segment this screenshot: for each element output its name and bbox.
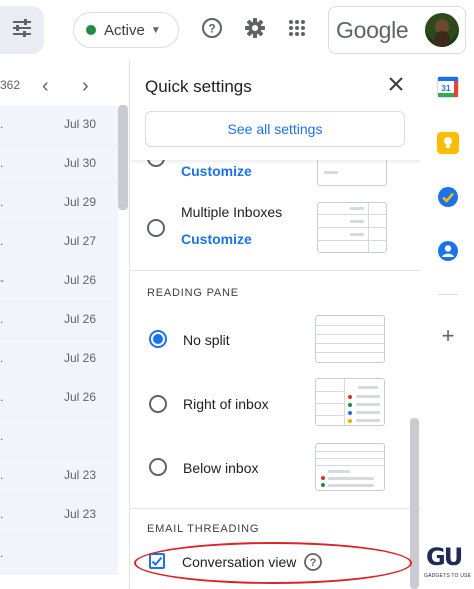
apps-grid-icon — [288, 19, 306, 42]
quick-settings-header: Quick settings See all settings — [130, 60, 421, 160]
email-threading-heading: EMAIL THREADING — [147, 523, 260, 535]
mail-row-snippet: . — [0, 468, 4, 482]
side-panel: 31 + — [422, 60, 474, 589]
calendar-icon[interactable]: 31 — [437, 76, 459, 98]
mail-row[interactable]: . Jul 30 — [0, 145, 118, 184]
mail-row[interactable]: . Jul 23 — [0, 457, 118, 496]
mail-row-snippet: . — [0, 546, 4, 560]
google-logo: Google — [336, 16, 409, 43]
filter-icon — [12, 18, 32, 42]
svg-text:31: 31 — [442, 84, 451, 93]
tasks-icon[interactable] — [437, 186, 459, 208]
below-inbox-radio[interactable] — [149, 458, 167, 476]
watermark-logo: GU GADGETS TO USE — [424, 543, 474, 589]
mail-row-date: Jul 30 — [63, 117, 96, 131]
mail-row-date: Jul 26 — [63, 312, 96, 326]
mail-row[interactable]: . — [0, 535, 118, 574]
mail-row-snippet: . — [0, 117, 4, 131]
quick-settings-title: Quick settings — [145, 77, 252, 96]
mail-row-date: Jul 23 — [63, 507, 96, 521]
help-icon: ? — [201, 17, 223, 44]
mail-row[interactable]: - Jul 26 — [0, 262, 118, 301]
keep-icon[interactable] — [437, 132, 459, 154]
svg-text:?: ? — [208, 21, 215, 35]
see-all-settings-button[interactable]: See all settings — [145, 111, 405, 147]
status-caret-icon: ▼ — [150, 24, 161, 36]
mail-list-scrollbar[interactable] — [118, 105, 128, 210]
settings-button[interactable] — [241, 16, 269, 44]
reading-pane-heading: READING PANE — [147, 287, 239, 299]
settings-gear-icon — [244, 17, 266, 44]
conversation-view-label: Conversation view — [182, 554, 297, 570]
mail-row-date: Jul 26 — [63, 390, 96, 404]
older-chevron-left-icon[interactable]: ‹ — [42, 74, 49, 98]
mail-row-snippet: - — [0, 273, 4, 287]
status-label: Active — [104, 21, 145, 39]
pagination: 362 ‹ › — [0, 74, 128, 98]
right-of-inbox-radio[interactable] — [149, 395, 167, 413]
quick-settings-panel: Quick settings See all settings Customiz… — [129, 60, 421, 589]
close-icon[interactable] — [386, 74, 406, 94]
mail-list: 362 ‹ › . Jul 30. Jul 30. Jul 29. Jul 27 - Jul… — [0, 60, 128, 589]
mail-row-date: Jul 30 — [63, 156, 96, 170]
status-selector[interactable]: Active ▼ — [73, 12, 179, 48]
no-split-preview — [315, 315, 385, 363]
filter-button[interactable] — [0, 6, 44, 54]
newer-chevron-right-icon[interactable]: › — [82, 74, 89, 98]
top-bar: Active ▼ ? Google — [0, 0, 474, 60]
contacts-icon[interactable] — [437, 240, 459, 262]
section-divider — [130, 508, 421, 509]
watermark-mark: GU — [426, 543, 463, 571]
mail-row-date: Jul 26 — [63, 351, 96, 365]
right-of-inbox-label: Right of inbox — [183, 396, 269, 412]
mail-row-snippet: . — [0, 351, 4, 365]
conversation-view-checkbox[interactable] — [149, 553, 165, 569]
mail-row-snippet: . — [0, 312, 4, 326]
section-divider — [130, 270, 421, 271]
help-button[interactable]: ? — [198, 16, 226, 44]
mail-row-snippet: . — [0, 195, 4, 209]
mail-row-date: Jul 23 — [63, 468, 96, 482]
multiple-inboxes-radio[interactable] — [147, 219, 165, 237]
avatar[interactable] — [425, 13, 459, 47]
quick-settings-scrollbar[interactable] — [410, 418, 419, 589]
multiple-inboxes-label: Multiple Inboxes — [181, 204, 283, 220]
no-split-label: No split — [183, 332, 230, 348]
mail-row[interactable]: . Jul 29 — [0, 184, 118, 223]
mail-row[interactable]: . Jul 27 — [0, 223, 118, 262]
account-switcher[interactable]: Google — [328, 6, 466, 54]
watermark-text: GADGETS TO USE — [424, 573, 472, 579]
svg-text:?: ? — [310, 557, 317, 569]
side-panel-divider — [438, 294, 458, 295]
no-split-radio[interactable] — [149, 330, 167, 348]
mail-row[interactable]: . — [0, 418, 118, 457]
mail-row-date: Jul 27 — [63, 234, 96, 248]
customize-link-2[interactable]: Customize — [181, 231, 252, 247]
mail-row-date: Jul 29 — [63, 195, 96, 209]
mail-row-snippet: . — [0, 390, 4, 404]
below-inbox-label: Below inbox — [183, 460, 259, 476]
conversation-view-help-icon[interactable]: ? — [303, 552, 323, 577]
mail-row-snippet: . — [0, 507, 4, 521]
mail-row-snippet: . — [0, 429, 4, 443]
mail-count: 362 — [0, 78, 21, 92]
mail-row-date: Jul 26 — [63, 273, 96, 287]
below-inbox-preview — [315, 443, 385, 491]
mail-row[interactable]: . Jul 26 — [0, 340, 118, 379]
mail-row[interactable]: . Jul 26 — [0, 379, 118, 418]
customize-link-1[interactable]: Customize — [181, 163, 252, 179]
apps-button[interactable] — [283, 16, 311, 44]
mail-row[interactable]: . Jul 26 — [0, 301, 118, 340]
mail-row[interactable]: . Jul 23 — [0, 496, 118, 535]
multiple-inboxes-preview — [317, 202, 387, 253]
mail-row[interactable]: . Jul 30 — [0, 106, 118, 145]
add-icon[interactable]: + — [438, 325, 458, 347]
right-of-inbox-preview — [315, 378, 385, 426]
mail-row-snippet: . — [0, 234, 4, 248]
status-dot — [86, 25, 96, 35]
mail-row-snippet: . — [0, 156, 4, 170]
